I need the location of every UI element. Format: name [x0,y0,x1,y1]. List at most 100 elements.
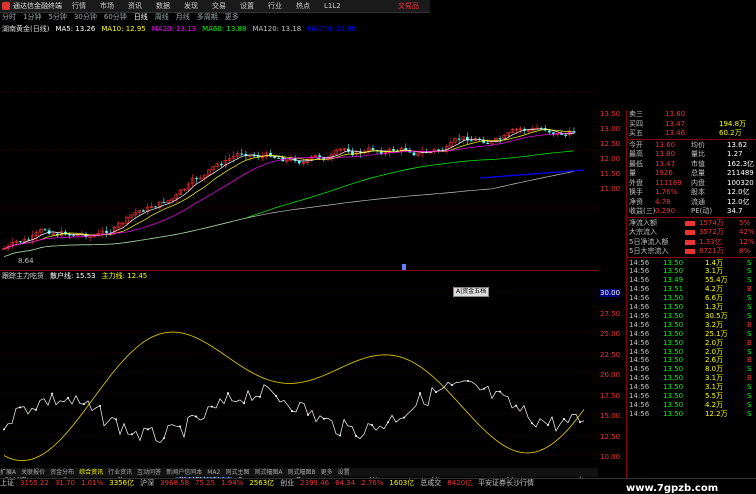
trade-menu[interactable]: 交易品 [398,1,419,11]
price-tick: 13.00 [600,125,621,133]
flow-pct: 5% [739,218,751,227]
indicator-tick: 30.00 [600,289,621,297]
menu-item-6[interactable]: 设置 [240,1,254,11]
period-tab-0[interactable]: 分时 [2,12,16,23]
bottom-tab-6[interactable]: 新闻户信同本 [166,468,202,477]
period-tab-1[interactable]: 1分钟 [23,12,41,23]
scatter-dot [419,392,421,395]
scatter-dot [547,423,549,426]
ma-label-3: MA60: 13.88 [202,25,247,33]
tick-time: 14:56 [629,267,650,276]
flow-pct: 42% [739,228,755,236]
candle-body [43,229,47,231]
bottom-tab-5[interactable]: 互动问答 [137,468,161,477]
candle-body [154,206,158,208]
menu-item-0[interactable]: 行情 [72,1,86,11]
period-tab-5[interactable]: 日线 [134,12,148,23]
stat-row: 量 1926 总量 211489 [627,169,756,179]
tick-time: 14:56 [629,383,650,392]
tick-flag: S [747,294,752,303]
fund-popup[interactable]: A|资金五档 [453,287,490,297]
tick-time: 14:56 [629,294,650,303]
period-tab-7[interactable]: 月线 [176,12,190,23]
period-tab-2[interactable]: 5分钟 [48,12,66,23]
tick-time: 14:56 [629,338,650,347]
tick-time: 14:56 [629,303,650,311]
scatter-dot [259,395,261,398]
stat-key: 收益(三) [629,207,656,215]
ask-label: 买五 [629,129,643,137]
scatter-line [3,380,585,444]
candle-body [195,178,199,180]
period-tab-9[interactable]: 更多 [225,12,239,23]
tick-time: 14:56 [629,374,650,383]
scatter-dot [483,387,485,390]
price-tick: 13.50 [600,110,621,118]
price-tick: 12.00 [600,155,621,163]
app-logo-icon [2,2,10,10]
stock-name: 湖南黄金(日线) [2,25,50,33]
tick-time: 14:56 [629,365,650,374]
candle-body [162,201,166,203]
tick-volume: 2.0万 [705,347,724,356]
menu-item-5[interactable]: 交易 [212,1,226,11]
tick-time: 14:56 [629,356,650,365]
tick-time: 14:56 [629,276,650,285]
stat-key: PE(动) [691,207,713,215]
price-tick: 11.50 [600,170,621,178]
scatter-dot [51,392,53,395]
bottom-tab-10[interactable]: 则式幅图B [287,468,315,477]
scatter-dot [531,422,533,425]
bottom-tab-12[interactable]: 设置 [338,468,350,477]
bottom-tab-11[interactable]: 更多 [321,468,333,477]
scatter-dot [131,433,133,436]
bottom-tab-9[interactable]: 则式幅图A [254,468,282,477]
quote-panel: 卖三 13.60 买四 13.47 194.8万 买五 13.46 60.2万 今开 13.60 均… [626,110,756,487]
indicator-chart[interactable] [0,270,598,477]
period-tab-6[interactable]: 周线 [155,12,169,23]
stat-row: 换手 1.76% 股本 12.0亿 [627,188,756,198]
stat-value: 0.290 [655,207,676,215]
kline-chart[interactable] [0,34,598,270]
menu-item-4[interactable]: 发现 [184,1,198,11]
low-price-label: 8.64 [18,257,34,265]
tick-row: 14:56 13.50 30.5万 S [627,312,756,321]
menu-item-9[interactable]: L1L2 [324,1,341,11]
menu-item-8[interactable]: 热点 [296,1,310,11]
indicator-tick: 17.50 [600,391,621,400]
scatter-dot [243,402,245,405]
tick-price: 13.50 [663,409,684,418]
menu-item-3[interactable]: 数据 [156,1,170,11]
bottom-tab-1[interactable]: 关联报价 [21,468,45,477]
bottom-tab-3[interactable]: 综合资讯 [79,468,103,477]
bottom-tab-2[interactable]: 资金分布 [50,468,74,477]
period-tab-3[interactable]: 30分钟 [74,12,97,23]
menu-item-7[interactable]: 行业 [268,1,282,11]
stat-row: 收益(三) 0.290 PE(动) 34.7 [627,207,756,217]
tick-row: 14:56 13.49 55.4万 S [627,276,756,285]
ma-label-5: MA250: 11.98 [307,25,357,33]
scatter-dot [339,434,341,437]
flow-label: 净流入额 [629,218,657,227]
tick-row: 14:56 13.50 6.6万 S [627,294,756,303]
stat-key: 股本 [691,188,705,196]
menu-item-1[interactable]: 市场 [100,1,114,11]
bottom-tab-8[interactable]: 则式主图 [225,468,249,477]
ask-price: 13.60 [665,110,686,118]
scatter-dot [515,404,517,407]
tick-flag: S [747,303,752,311]
menu-item-2[interactable]: 资讯 [128,1,142,11]
bottom-tab-4[interactable]: 行业资讯 [108,468,132,477]
tick-volume: 1.4万 [705,258,724,267]
tick-volume: 3.1万 [705,374,724,383]
period-tab-8[interactable]: 多周期 [197,12,218,23]
price-tick: 11.00 [600,185,621,193]
bottom-tab-7[interactable]: MA2 [207,468,220,477]
candle-body [297,160,301,164]
period-tab-4[interactable]: 60分钟 [104,12,127,23]
scatter-dot [227,392,229,395]
stat-row: 最高 13.80 量比 1.27 [627,150,756,160]
tick-price: 13.50 [663,311,684,320]
bottom-tab-0[interactable]: 扩展A [0,468,16,477]
scatter-dot [147,428,149,431]
